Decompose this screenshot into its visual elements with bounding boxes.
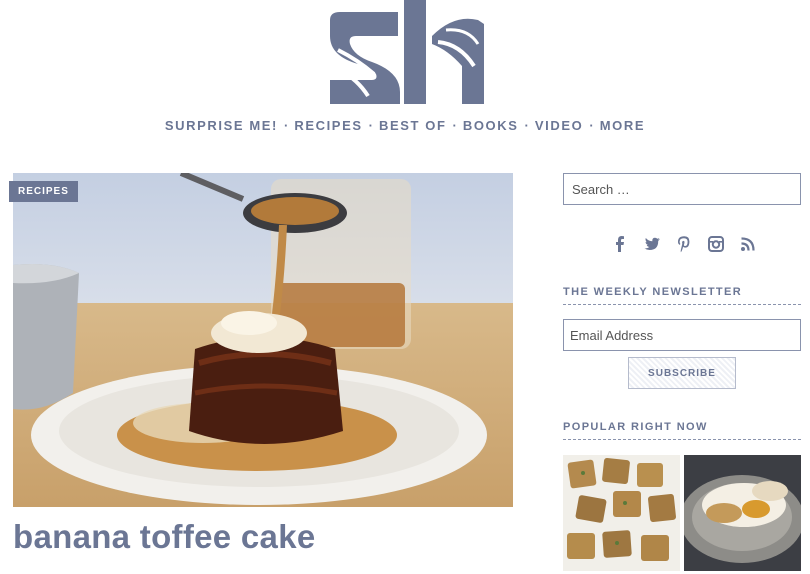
nav-separator: · (524, 118, 529, 133)
nav-best-of[interactable]: BEST OF (379, 118, 447, 133)
nav-recipes[interactable]: RECIPES (294, 118, 362, 133)
nav-surprise-me[interactable]: SURPRISE ME! (165, 118, 278, 133)
instagram-icon[interactable] (707, 235, 725, 253)
post-featured-image[interactable] (13, 173, 513, 507)
popular-thumbnails (563, 455, 801, 571)
twitter-icon[interactable] (643, 235, 661, 253)
popular-heading: POPULAR RIGHT NOW (563, 421, 801, 440)
nav-separator: · (589, 118, 594, 133)
sk-logo-icon (330, 0, 484, 104)
search-input[interactable] (563, 173, 801, 205)
nav-separator: · (284, 118, 289, 133)
popular-thumbnail[interactable] (563, 455, 680, 571)
social-links (611, 235, 757, 253)
post-title[interactable]: banana toffee cake (13, 518, 316, 556)
nav-books[interactable]: BOOKS (463, 118, 519, 133)
site-logo[interactable] (328, 0, 484, 106)
main-nav: SURPRISE ME! · RECIPES · BEST OF · BOOKS · VIDEO… (0, 118, 810, 133)
nav-more[interactable]: MORE (600, 118, 645, 133)
popular-thumbnail[interactable] (684, 455, 801, 571)
nav-separator: · (452, 118, 457, 133)
category-badge[interactable]: RECIPES (9, 181, 78, 202)
sidebar: THE WEEKLY NEWSLETTER SUBSCRIBE POPULAR … (563, 173, 801, 571)
pinterest-icon[interactable] (675, 235, 693, 253)
nav-video[interactable]: VIDEO (535, 118, 583, 133)
newsletter-heading: THE WEEKLY NEWSLETTER (563, 286, 801, 305)
subscribe-button[interactable]: SUBSCRIBE (628, 357, 736, 389)
rss-icon[interactable] (739, 235, 757, 253)
facebook-icon[interactable] (611, 235, 629, 253)
email-field[interactable] (563, 319, 801, 351)
nav-separator: · (368, 118, 373, 133)
